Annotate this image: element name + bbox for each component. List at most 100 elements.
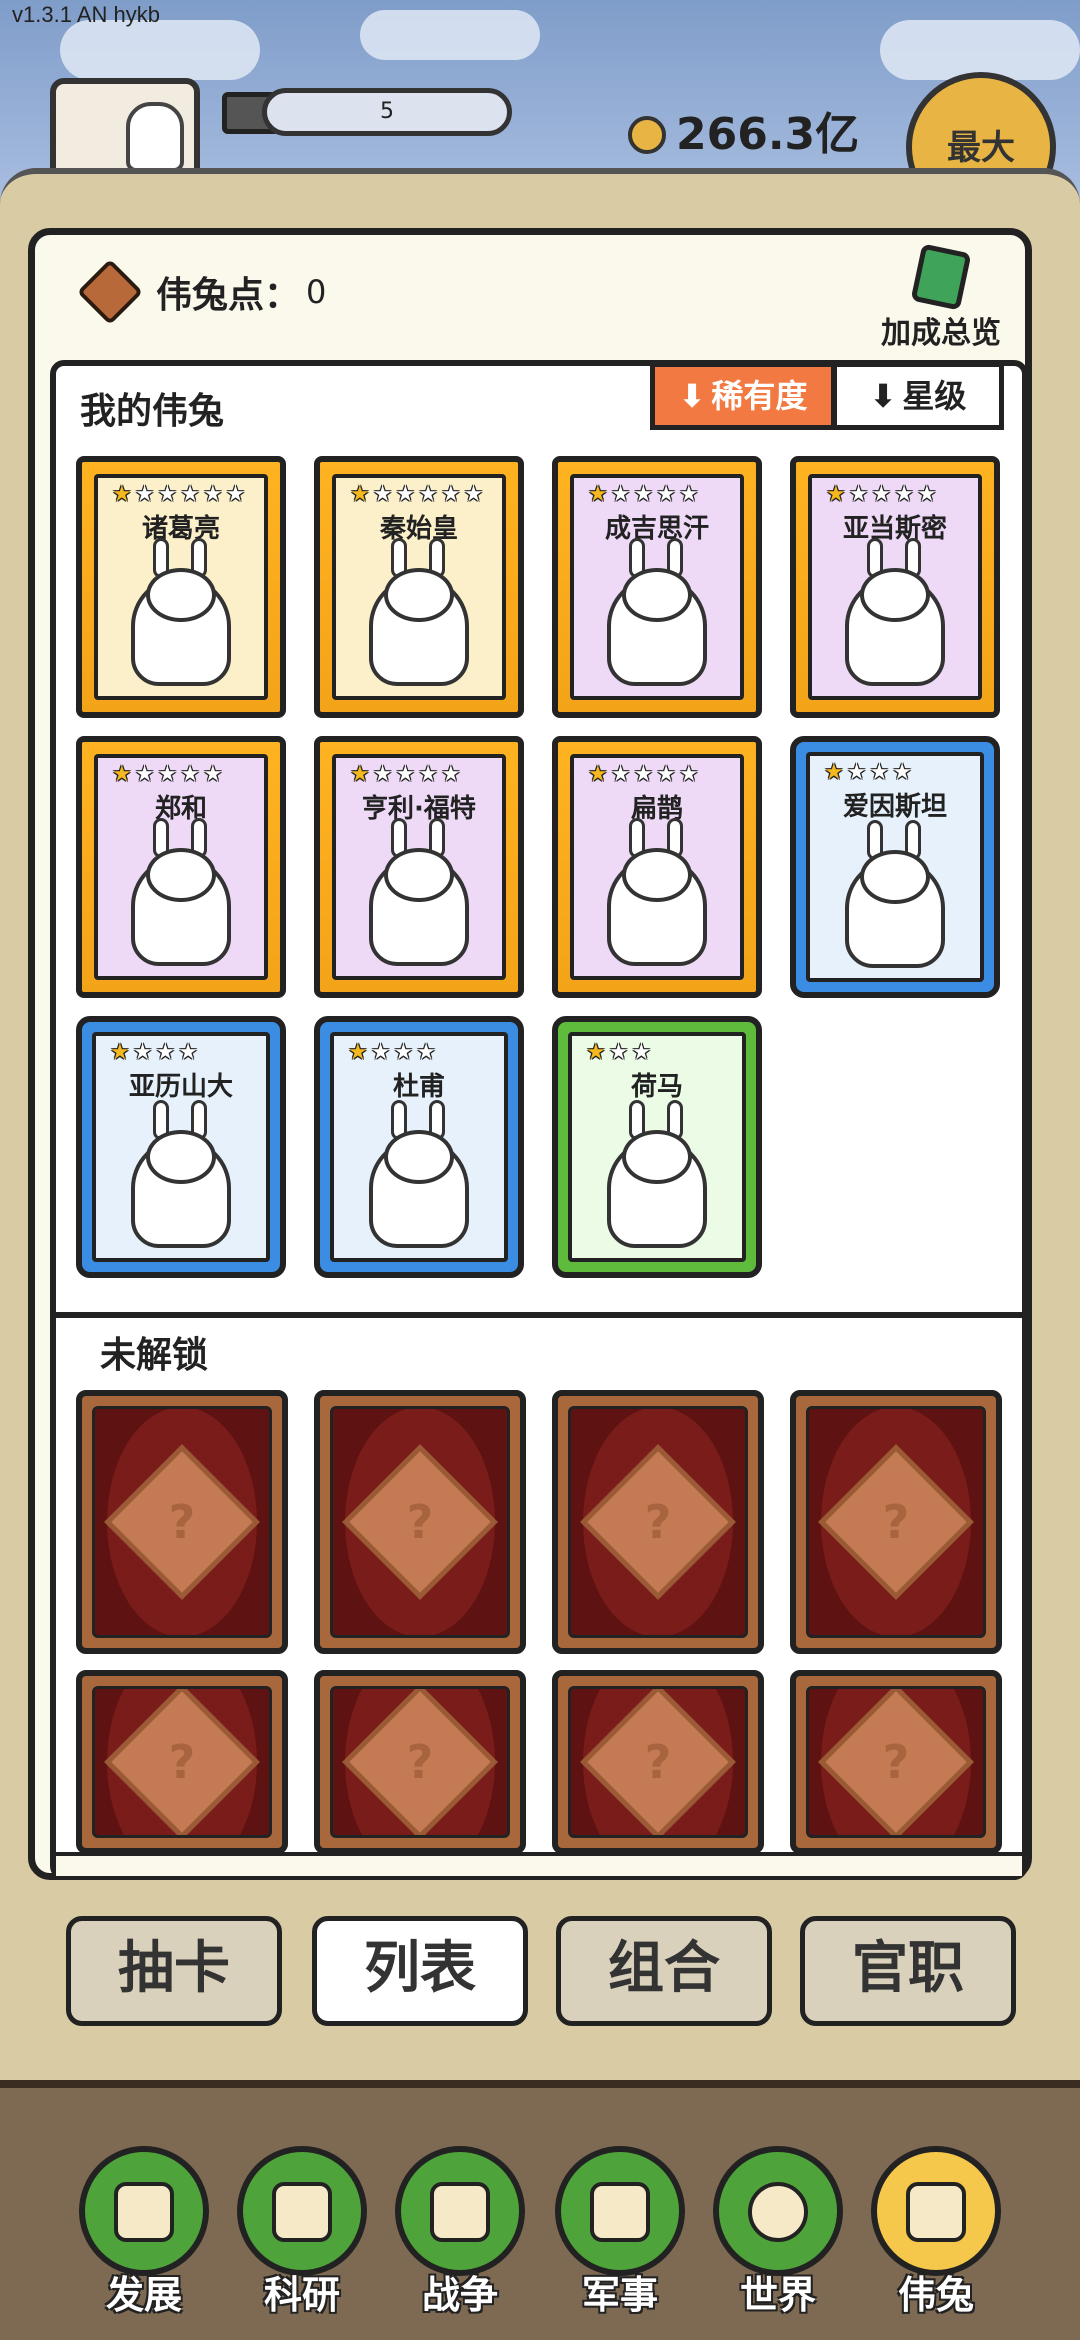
hero-card[interactable]: ★ ★ ★ ★ ★ 成吉思汗 bbox=[552, 456, 762, 718]
coin-icon bbox=[628, 116, 666, 154]
my-cards-title: 我的伟兔 bbox=[80, 391, 225, 432]
sort-rarity-label: 稀有度 bbox=[711, 377, 808, 415]
bonus-overview-label: 加成总览 bbox=[881, 316, 1001, 351]
scroll-bottom-edge bbox=[56, 1852, 1022, 1876]
hero-card[interactable]: ★ ★ ★ ★ 亚历山大 bbox=[76, 1016, 286, 1278]
arrow-down-icon: ⬇ bbox=[678, 377, 706, 415]
question-mark: ? bbox=[406, 1735, 434, 1789]
hero-name: 扁鹊 bbox=[630, 794, 683, 824]
hero-card[interactable]: ★ ★ ★ ★ ★ 亚当斯密 bbox=[790, 456, 1000, 718]
star-icon: ★ bbox=[157, 762, 178, 787]
nav-world[interactable]: 世界 bbox=[708, 2146, 848, 2336]
star-icon: ★ bbox=[372, 482, 393, 507]
hero-name: 亚当斯密 bbox=[842, 514, 947, 544]
nav-world-circle bbox=[713, 2146, 843, 2276]
hero-card[interactable]: ★ ★ ★ ★ ★ 郑和 bbox=[76, 736, 286, 998]
question-mark: ? bbox=[406, 1495, 434, 1549]
hero-card[interactable]: ★ ★ ★ ★ 爱因斯坦 bbox=[790, 736, 1000, 998]
locked-card-inner: ? bbox=[92, 1406, 272, 1638]
coin-amount: 266.3亿 bbox=[676, 109, 860, 160]
star-icon: ★ bbox=[155, 1040, 176, 1065]
hero-name: 秦始皇 bbox=[379, 514, 458, 544]
star-icon: ★ bbox=[178, 1040, 198, 1065]
star-icon: ★ bbox=[656, 482, 676, 507]
star-icon: ★ bbox=[418, 482, 438, 507]
tab-official-rank[interactable]: 官职 bbox=[800, 1916, 1016, 2026]
star-icon: ★ bbox=[180, 762, 200, 787]
star-rating: ★ ★ ★ bbox=[572, 1036, 742, 1064]
star-icon: ★ bbox=[846, 760, 867, 785]
star-icon: ★ bbox=[869, 760, 890, 785]
star-icon: ★ bbox=[395, 482, 416, 507]
cloud-decoration bbox=[60, 20, 260, 80]
star-icon: ★ bbox=[393, 1040, 414, 1065]
star-icon: ★ bbox=[916, 482, 937, 507]
locked-card[interactable]: ? bbox=[552, 1670, 764, 1854]
globe-icon bbox=[748, 2182, 808, 2242]
rabbit-illustration bbox=[384, 1130, 454, 1184]
nav-great-rabbit-circle bbox=[871, 2146, 1001, 2276]
star-icon: ★ bbox=[588, 762, 608, 787]
hero-card[interactable]: ★ ★ ★ ★ ★ 扁鹊 bbox=[552, 736, 762, 998]
hero-card[interactable]: ★ ★ ★ ★ ★ ★ 诸葛亮 bbox=[76, 456, 286, 718]
hero-card-inner: ★ ★ ★ ★ ★ 亨利·福特 bbox=[332, 754, 506, 980]
hero-name: 杜甫 bbox=[392, 1072, 445, 1102]
hero-card[interactable]: ★ ★ ★ ★ ★ 亨利·福特 bbox=[314, 736, 524, 998]
hero-card[interactable]: ★ ★ ★ ★ 杜甫 bbox=[314, 1016, 524, 1278]
star-icon: ★ bbox=[180, 482, 200, 507]
rabbit-illustration bbox=[860, 850, 930, 904]
tab-combo[interactable]: 组合 bbox=[556, 1916, 772, 2026]
bonus-overview-button[interactable]: 加成总览 bbox=[866, 243, 1016, 351]
question-mark: ? bbox=[644, 1495, 672, 1549]
locked-card-inner: ? bbox=[92, 1686, 272, 1838]
nav-develop-circle bbox=[79, 2146, 209, 2276]
star-icon: ★ bbox=[370, 1040, 391, 1065]
star-icon: ★ bbox=[892, 760, 912, 785]
rabbit-illustration bbox=[146, 1130, 216, 1184]
section-divider bbox=[50, 1312, 1028, 1318]
star-icon: ★ bbox=[633, 762, 654, 787]
sort-by-rarity-button[interactable]: ⬇ 稀有度 bbox=[650, 362, 836, 430]
locked-card[interactable]: ? bbox=[552, 1390, 764, 1654]
locked-card[interactable]: ? bbox=[314, 1670, 526, 1854]
version-label: v1.3.1 AN hykb bbox=[12, 2, 160, 27]
locked-card[interactable]: ? bbox=[314, 1390, 526, 1654]
hero-name: 亚历山大 bbox=[128, 1072, 233, 1102]
star-rating: ★ ★ ★ ★ bbox=[334, 1036, 504, 1064]
star-icon: ★ bbox=[418, 762, 438, 787]
tab-draw-card[interactable]: 抽卡 bbox=[66, 1916, 282, 2026]
sort-by-star-button[interactable]: ⬇ 星级 bbox=[832, 362, 1004, 430]
hero-name: 成吉思汗 bbox=[604, 514, 709, 544]
nav-research-circle bbox=[237, 2146, 367, 2276]
arrow-down-icon: ⬇ bbox=[869, 377, 897, 415]
star-icon: ★ bbox=[134, 482, 155, 507]
hero-card[interactable]: ★ ★ ★ 荷马 bbox=[552, 1016, 762, 1278]
growth-arrow-icon bbox=[114, 2182, 174, 2242]
locked-card[interactable]: ? bbox=[76, 1670, 288, 1854]
rabbit-illustration bbox=[622, 1130, 692, 1184]
nav-great-rabbit[interactable]: 伟兔 bbox=[866, 2146, 1006, 2336]
star-icon: ★ bbox=[132, 1040, 153, 1065]
nav-war[interactable]: 战争 bbox=[390, 2146, 530, 2336]
nav-research[interactable]: 科研 bbox=[232, 2146, 372, 2336]
hero-card[interactable]: ★ ★ ★ ★ ★ ★ 秦始皇 bbox=[314, 456, 524, 718]
star-icon: ★ bbox=[826, 482, 846, 507]
star-icon: ★ bbox=[112, 482, 132, 507]
tab-list[interactable]: 列表 bbox=[312, 1916, 528, 2026]
star-icon: ★ bbox=[110, 1040, 130, 1065]
hero-card-inner: ★ ★ ★ ★ ★ ★ 秦始皇 bbox=[332, 474, 506, 700]
star-icon: ★ bbox=[678, 762, 699, 787]
hero-name: 荷马 bbox=[630, 1072, 683, 1102]
rabbit-illustration bbox=[146, 848, 216, 902]
locked-card[interactable]: ? bbox=[790, 1670, 1002, 1854]
hero-card-inner: ★ ★ ★ ★ ★ 成吉思汗 bbox=[570, 474, 744, 700]
star-icon: ★ bbox=[202, 762, 223, 787]
locked-card[interactable]: ? bbox=[790, 1390, 1002, 1654]
nav-develop[interactable]: 发展 bbox=[74, 2146, 214, 2336]
locked-card-inner: ? bbox=[568, 1406, 748, 1638]
rabbit-illustration bbox=[384, 568, 454, 622]
hero-name: 郑和 bbox=[154, 794, 207, 824]
locked-card[interactable]: ? bbox=[76, 1390, 288, 1654]
nav-military[interactable]: 军事 bbox=[550, 2146, 690, 2336]
question-mark: ? bbox=[644, 1735, 672, 1789]
